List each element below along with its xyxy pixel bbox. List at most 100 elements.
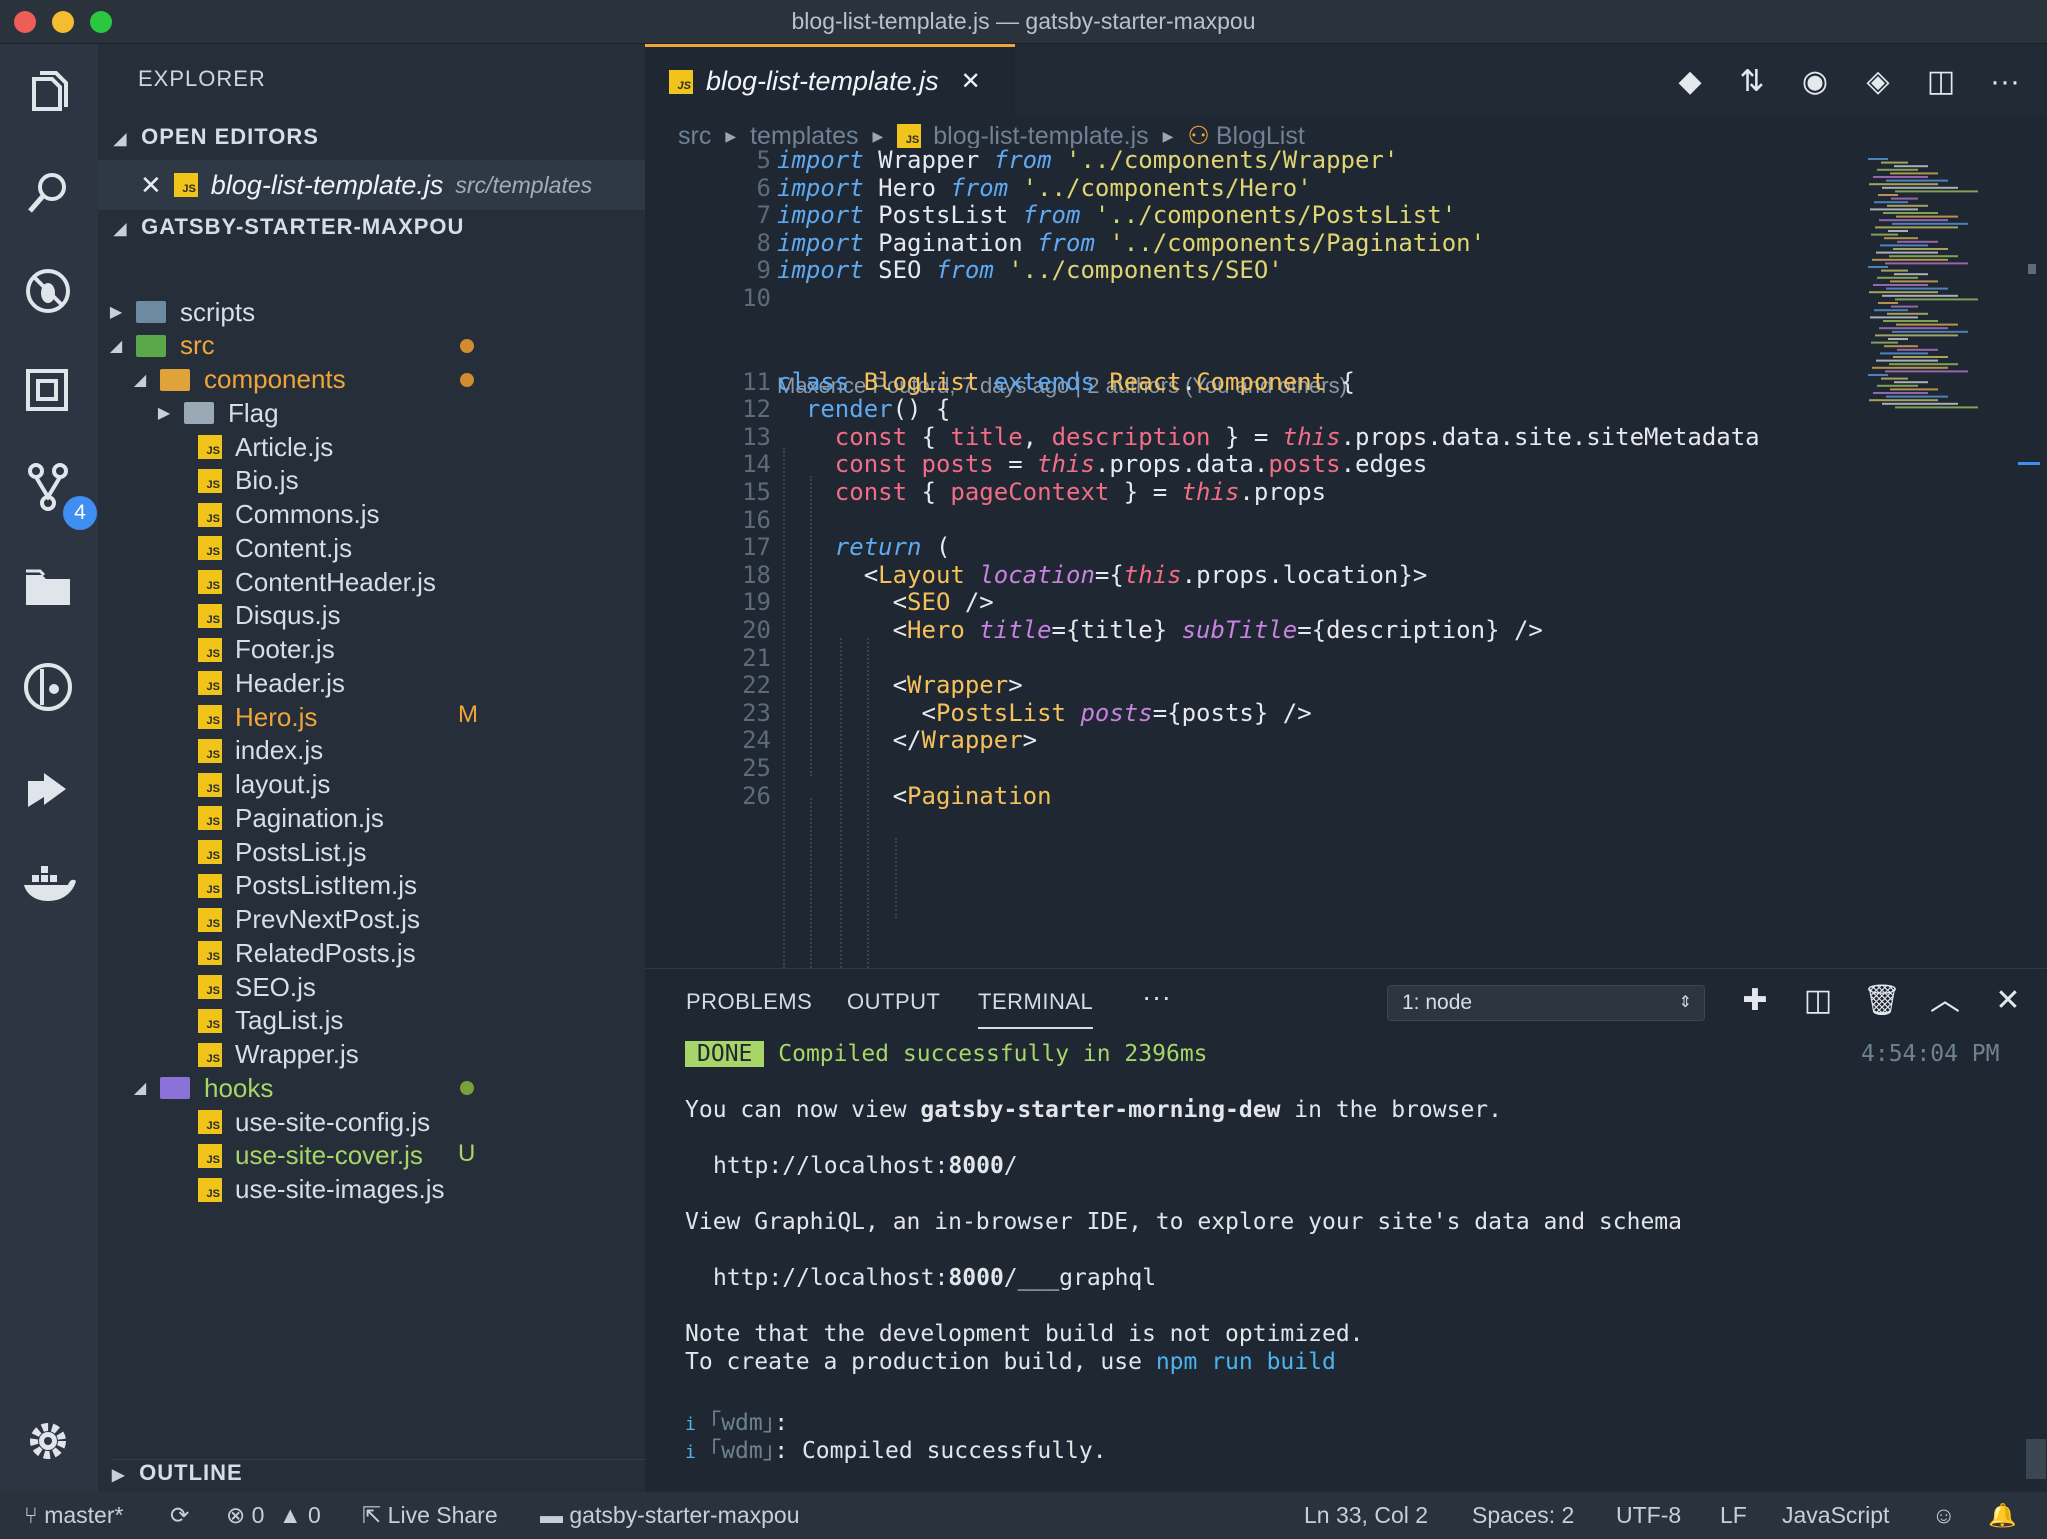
minimap-line xyxy=(1873,392,1928,394)
gear-icon[interactable] xyxy=(17,1410,79,1472)
js-file-icon: JS xyxy=(198,637,222,662)
source-control-icon[interactable]: 4 xyxy=(17,456,97,530)
git-toggle-icon[interactable]: ⇅ xyxy=(1732,62,1772,102)
maximize-icon[interactable]: ︿ xyxy=(1925,981,1965,1021)
trash-icon[interactable]: 🗑 xyxy=(1862,981,1902,1021)
terminal-line: You can now view gatsby-starter-morning-… xyxy=(685,1097,1502,1123)
breadcrumb-item[interactable]: templates xyxy=(750,122,858,151)
code-line[interactable]: const posts = this.props.data.posts.edge… xyxy=(777,450,1427,478)
sync-icon[interactable]: ⟳ xyxy=(170,1502,189,1529)
terminal-timestamp: 4:54:04 PM xyxy=(1861,1041,2000,1067)
gitlens-icon[interactable] xyxy=(17,656,79,718)
debug-icon[interactable] xyxy=(17,260,79,322)
minimap-line xyxy=(1871,233,1898,236)
code-line[interactable]: <Hero title={title} subTitle={descriptio… xyxy=(777,616,1543,644)
git-commit-icon[interactable]: ◈ xyxy=(1858,62,1898,102)
minimap-line xyxy=(1894,165,1928,168)
outline-header[interactable]: ▶ OUTLINE xyxy=(112,1459,645,1486)
split-terminal-icon[interactable]: ◫ xyxy=(1798,981,1838,1021)
code-line[interactable]: <Pagination xyxy=(777,782,1052,810)
terminal-url[interactable]: http://localhost:8000/___graphql xyxy=(713,1265,1156,1291)
code-line[interactable]: <PostsList posts={posts} /> xyxy=(777,699,1312,727)
code-line[interactable]: return ( xyxy=(777,533,951,561)
tree-file[interactable]: JS use-site-images.js xyxy=(98,1168,645,1212)
terminal-line: DONE Compiled successfully in 2396ms xyxy=(685,1041,1208,1067)
terminal-select[interactable]: 1: node ⇕ xyxy=(1387,985,1705,1021)
code-line[interactable]: import Pagination from '../components/Pa… xyxy=(777,229,1485,257)
add-terminal-icon[interactable]: ✚ xyxy=(1735,981,1775,1021)
code-line[interactable]: import Wrapper from '../components/Wrapp… xyxy=(777,148,1398,174)
line-ending[interactable]: LF xyxy=(1720,1502,1747,1529)
split-editor-icon[interactable]: ◫ xyxy=(1921,62,1961,102)
tab-output[interactable]: OUTPUT xyxy=(847,989,940,1015)
scm-badge: 4 xyxy=(63,496,97,530)
code-line[interactable]: import Hero from '../components/Hero' xyxy=(777,174,1312,202)
terminal-scrollbar[interactable] xyxy=(2026,1439,2046,1479)
encoding[interactable]: UTF-8 xyxy=(1616,1502,1681,1529)
cursor-position[interactable]: Ln 33, Col 2 xyxy=(1304,1502,1428,1529)
search-icon[interactable] xyxy=(17,162,79,224)
tab-problems[interactable]: PROBLEMS xyxy=(686,989,812,1015)
close-icon[interactable]: ✕ xyxy=(140,170,162,201)
git-compare-icon[interactable]: ◆ xyxy=(1670,62,1710,102)
docker-icon[interactable] xyxy=(17,854,79,916)
editor-tab-active[interactable]: JS blog-list-template.js ✕ xyxy=(645,44,1015,116)
git-status-badge: M xyxy=(458,701,478,728)
modified-dot-icon xyxy=(460,338,474,353)
code-line[interactable]: <Wrapper> xyxy=(777,671,1023,699)
code-editor[interactable]: Maxence Poutord, 7 days ago | 2 authors … xyxy=(645,148,2047,968)
minimap-line xyxy=(1884,345,1918,348)
folder-indicator[interactable]: ▬ gatsby-starter-maxpou xyxy=(540,1502,799,1529)
feedback-icon[interactable]: ☺ xyxy=(1932,1502,1955,1529)
js-file-icon: JS xyxy=(198,1143,222,1168)
minimap-line xyxy=(1868,158,1888,160)
files-icon[interactable] xyxy=(17,64,79,126)
indentation[interactable]: Spaces: 2 xyxy=(1472,1502,1574,1529)
problems-indicator[interactable]: ⊗ 0 ▲ 0 xyxy=(226,1502,321,1529)
code-line[interactable]: const { pageContext } = this.props xyxy=(777,478,1326,506)
line-number: 22 xyxy=(742,671,771,700)
eye-icon[interactable]: ◉ xyxy=(1795,62,1835,102)
js-file-icon: JS xyxy=(669,69,693,94)
language-mode[interactable]: JavaScript xyxy=(1782,1502,1889,1529)
breadcrumb-item[interactable]: blog-list-template.js xyxy=(933,122,1148,151)
indent-guide xyxy=(895,838,897,918)
more-icon[interactable]: ··· xyxy=(1985,62,2025,102)
bell-icon[interactable]: 🔔 xyxy=(1988,1502,2017,1529)
folder-icon xyxy=(160,368,190,391)
code-line[interactable]: const { title, description } = this.prop… xyxy=(777,423,1760,451)
code-line[interactable]: class BlogList extends React.Component { xyxy=(777,368,1355,396)
breadcrumb-item[interactable]: BlogList xyxy=(1216,122,1305,151)
minimap-line xyxy=(1895,406,1978,409)
minimap-line xyxy=(1887,204,1928,207)
branch-indicator[interactable]: ⑂ master* xyxy=(24,1502,123,1529)
class-symbol-icon: ⚇ xyxy=(1187,122,1210,150)
status-bar: ⑂ master* ⟳ ⊗ 0 ▲ 0 ⇱ Live Share ▬ gatsb… xyxy=(0,1492,2047,1539)
breadcrumb-item[interactable]: src xyxy=(678,122,711,151)
tab-close-icon[interactable]: ✕ xyxy=(961,67,981,96)
folder-icon[interactable] xyxy=(17,556,79,618)
folder-icon xyxy=(136,301,166,323)
open-editors-header[interactable]: ◢ OPEN EDITORS xyxy=(114,124,319,150)
tab-terminal[interactable]: TERMINAL xyxy=(978,989,1094,1029)
minimap-line xyxy=(1879,327,1948,330)
minimap-line xyxy=(1896,323,1958,326)
scrollbar-marker xyxy=(2018,462,2040,465)
more-icon[interactable]: ··· xyxy=(1142,981,1171,1013)
minimap-line xyxy=(1894,273,1928,276)
code-line[interactable]: import PostsList from '../components/Pos… xyxy=(777,201,1456,229)
live-share-icon[interactable] xyxy=(17,756,79,818)
code-line[interactable]: render() { xyxy=(777,395,951,423)
extensions-icon[interactable] xyxy=(17,358,79,420)
code-line[interactable]: </Wrapper> xyxy=(777,726,1038,754)
close-panel-icon[interactable]: ✕ xyxy=(1988,981,2028,1021)
code-line[interactable]: <Layout location={this.props.location}> xyxy=(777,561,1428,589)
minimap-line xyxy=(1871,341,1898,344)
open-editor-item[interactable]: ✕ JS blog-list-template.js src/templates xyxy=(98,160,645,210)
live-share-button[interactable]: ⇱ Live Share xyxy=(362,1502,498,1529)
code-line[interactable]: import SEO from '../components/SEO' xyxy=(777,256,1283,284)
project-header[interactable]: ◢ GATSBY-STARTER-MAXPOU xyxy=(114,214,464,240)
minimap[interactable] xyxy=(1860,156,2010,416)
editor-tab-bar: JS blog-list-template.js ✕ ◆ ⇅ ◉ ◈ ◫ ··· xyxy=(645,44,2047,116)
terminal-url[interactable]: http://localhost:8000/ xyxy=(713,1153,1018,1179)
